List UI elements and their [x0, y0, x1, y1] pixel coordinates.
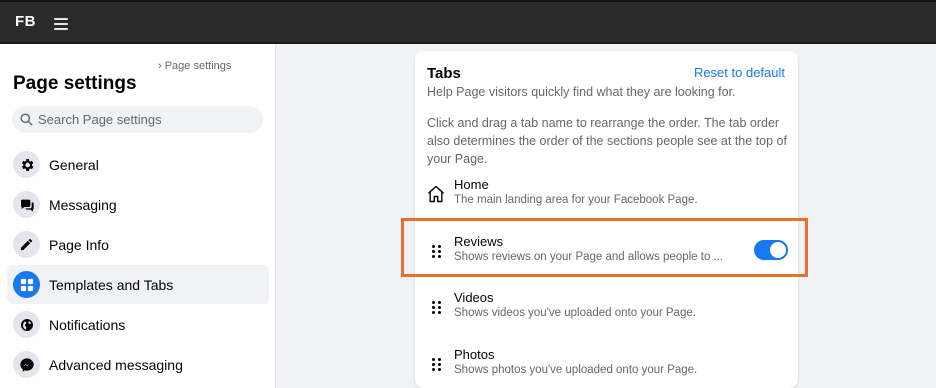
top-bar: FB	[0, 0, 936, 44]
sidebar-item-general[interactable]: General	[7, 145, 269, 184]
sidebar-item-advanced-messaging[interactable]: Advanced messaging	[7, 345, 269, 384]
pencil-icon	[13, 231, 40, 258]
search-input[interactable]	[38, 112, 248, 127]
tab-row-home[interactable]: Home The main landing area for your Face…	[425, 177, 790, 217]
tab-name: Photos	[454, 347, 495, 362]
tab-row-videos[interactable]: Videos Shows videos you've uploaded onto…	[425, 290, 790, 330]
gear-icon	[13, 151, 40, 178]
highlight-box	[401, 218, 808, 277]
tab-description: Shows photos you've uploaded onto your P…	[454, 364, 698, 376]
search-box[interactable]	[12, 106, 263, 133]
tab-name: Home	[454, 177, 489, 192]
sidebar-item-page-info[interactable]: Page Info	[7, 225, 269, 264]
menu-icon[interactable]	[54, 18, 68, 30]
sidebar-item-messaging[interactable]: Messaging	[7, 185, 269, 224]
tab-description: Shows videos you've uploaded onto your P…	[454, 307, 696, 319]
tabs-title: Tabs	[427, 65, 461, 82]
tab-description: The main landing area for your Facebook …	[454, 194, 698, 206]
reset-to-default-link[interactable]: Reset to default	[694, 65, 785, 80]
drag-handle-icon[interactable]	[425, 296, 447, 318]
breadcrumb[interactable]: › Page settings	[158, 60, 231, 72]
fb-logo[interactable]: FB	[15, 13, 36, 30]
tabs-instructions: Click and drag a tab name to rearrange t…	[427, 116, 787, 166]
messenger-icon	[13, 351, 40, 378]
search-icon	[20, 113, 33, 126]
sidebar-item-label: General	[49, 156, 99, 173]
home-icon	[425, 183, 447, 205]
chat-icon	[13, 191, 40, 218]
sidebar-item-label: Notifications	[49, 316, 126, 333]
sidebar: › Page settings Page settings General Me…	[0, 44, 276, 388]
page-title: Page settings	[13, 73, 137, 94]
drag-handle-icon[interactable]	[425, 353, 447, 375]
grid-icon	[13, 271, 40, 298]
sidebar-item-label: Messaging	[49, 196, 117, 213]
sidebar-item-templates-and-tabs[interactable]: Templates and Tabs	[7, 265, 269, 304]
sidebar-item-label: Page Info	[49, 236, 109, 253]
sidebar-item-label: Templates and Tabs	[49, 276, 174, 293]
tab-name: Videos	[454, 290, 494, 305]
sidebar-item-label: Advanced messaging	[49, 356, 183, 373]
globe-icon	[13, 311, 40, 338]
sidebar-item-notifications[interactable]: Notifications	[7, 305, 269, 344]
tab-row-photos[interactable]: Photos Shows photos you've uploaded onto…	[425, 347, 790, 387]
tabs-description: Help Page visitors quickly find what the…	[427, 85, 736, 99]
